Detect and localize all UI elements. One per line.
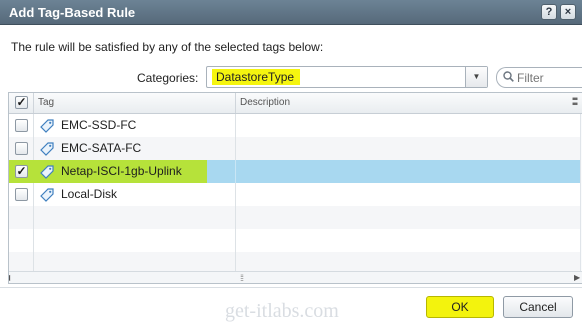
tag-description: [236, 137, 581, 160]
dropdown-arrow-icon[interactable]: ▼: [465, 67, 487, 87]
row-checkbox[interactable]: ✓: [15, 165, 28, 178]
tag-icon: [39, 118, 55, 134]
tag-icon: [39, 187, 55, 203]
tag-name: Local-Disk: [61, 187, 118, 201]
close-button[interactable]: ×: [560, 4, 576, 20]
tag-name: Netap-ISCI-1gb-Uplink: [61, 164, 182, 178]
column-header-tag[interactable]: Tag: [34, 93, 236, 113]
row-checkbox[interactable]: [15, 188, 28, 201]
table-row[interactable]: Local-Disk: [9, 183, 582, 206]
tag-name: EMC-SATA-FC: [61, 141, 142, 155]
select-all-checkbox[interactable]: ✓: [15, 96, 28, 109]
scroll-left-icon[interactable]: ◀: [9, 273, 10, 282]
tag-description: [236, 183, 581, 206]
categories-selected-value: DatastoreType: [212, 69, 301, 85]
footer-divider: [0, 287, 582, 288]
instructions-text: The rule will be satisfied by any of the…: [11, 40, 324, 54]
horizontal-scrollbar[interactable]: ◀ ⁞⁞ ▶: [9, 271, 582, 283]
close-icon: ×: [564, 6, 572, 18]
dialog-title: Add Tag-Based Rule: [9, 5, 136, 20]
tag-description: [236, 160, 581, 183]
ok-button[interactable]: OK: [426, 296, 494, 318]
dialog-titlebar: Add Tag-Based Rule ? ×: [0, 0, 582, 25]
row-checkbox[interactable]: [15, 142, 28, 155]
table-row-selected[interactable]: ✓ Netap-ISCI-1gb-Uplink: [9, 160, 582, 183]
empty-row: [9, 206, 582, 229]
header-select-all-cell: ✓: [9, 93, 34, 113]
tag-name: EMC-SSD-FC: [61, 118, 137, 132]
help-icon: ?: [545, 6, 553, 18]
help-button[interactable]: ?: [541, 4, 557, 20]
categories-dropdown[interactable]: DatastoreType ▼: [206, 66, 488, 88]
empty-row: [9, 229, 582, 252]
checkmark-icon: ✓: [16, 95, 27, 109]
tags-grid: ✓ Tag Description ▪▪ ▪▪ EMC-SSD-FC EMC-SA…: [8, 92, 582, 284]
grid-header: ✓ Tag Description ▪▪ ▪▪: [9, 93, 582, 114]
table-row[interactable]: EMC-SATA-FC: [9, 137, 582, 160]
column-menu-icon[interactable]: ▪▪ ▪▪: [572, 95, 580, 110]
categories-label: Categories:: [137, 71, 199, 85]
row-checkbox[interactable]: [15, 119, 28, 132]
search-icon: [503, 71, 514, 85]
filter-box[interactable]: [496, 67, 582, 88]
checkmark-icon: ✓: [16, 164, 27, 178]
filter-input[interactable]: [517, 70, 577, 85]
scroll-grip-icon[interactable]: ⁞⁞: [240, 273, 244, 283]
cancel-button[interactable]: Cancel: [503, 296, 573, 318]
tag-icon: [39, 164, 55, 180]
tag-description: [236, 114, 581, 137]
table-row[interactable]: EMC-SSD-FC: [9, 114, 582, 137]
scroll-right-icon[interactable]: ▶: [574, 273, 580, 282]
column-header-description[interactable]: Description: [236, 93, 576, 113]
tag-icon: [39, 141, 55, 157]
watermark-text: get-itlabs.com: [225, 300, 339, 322]
